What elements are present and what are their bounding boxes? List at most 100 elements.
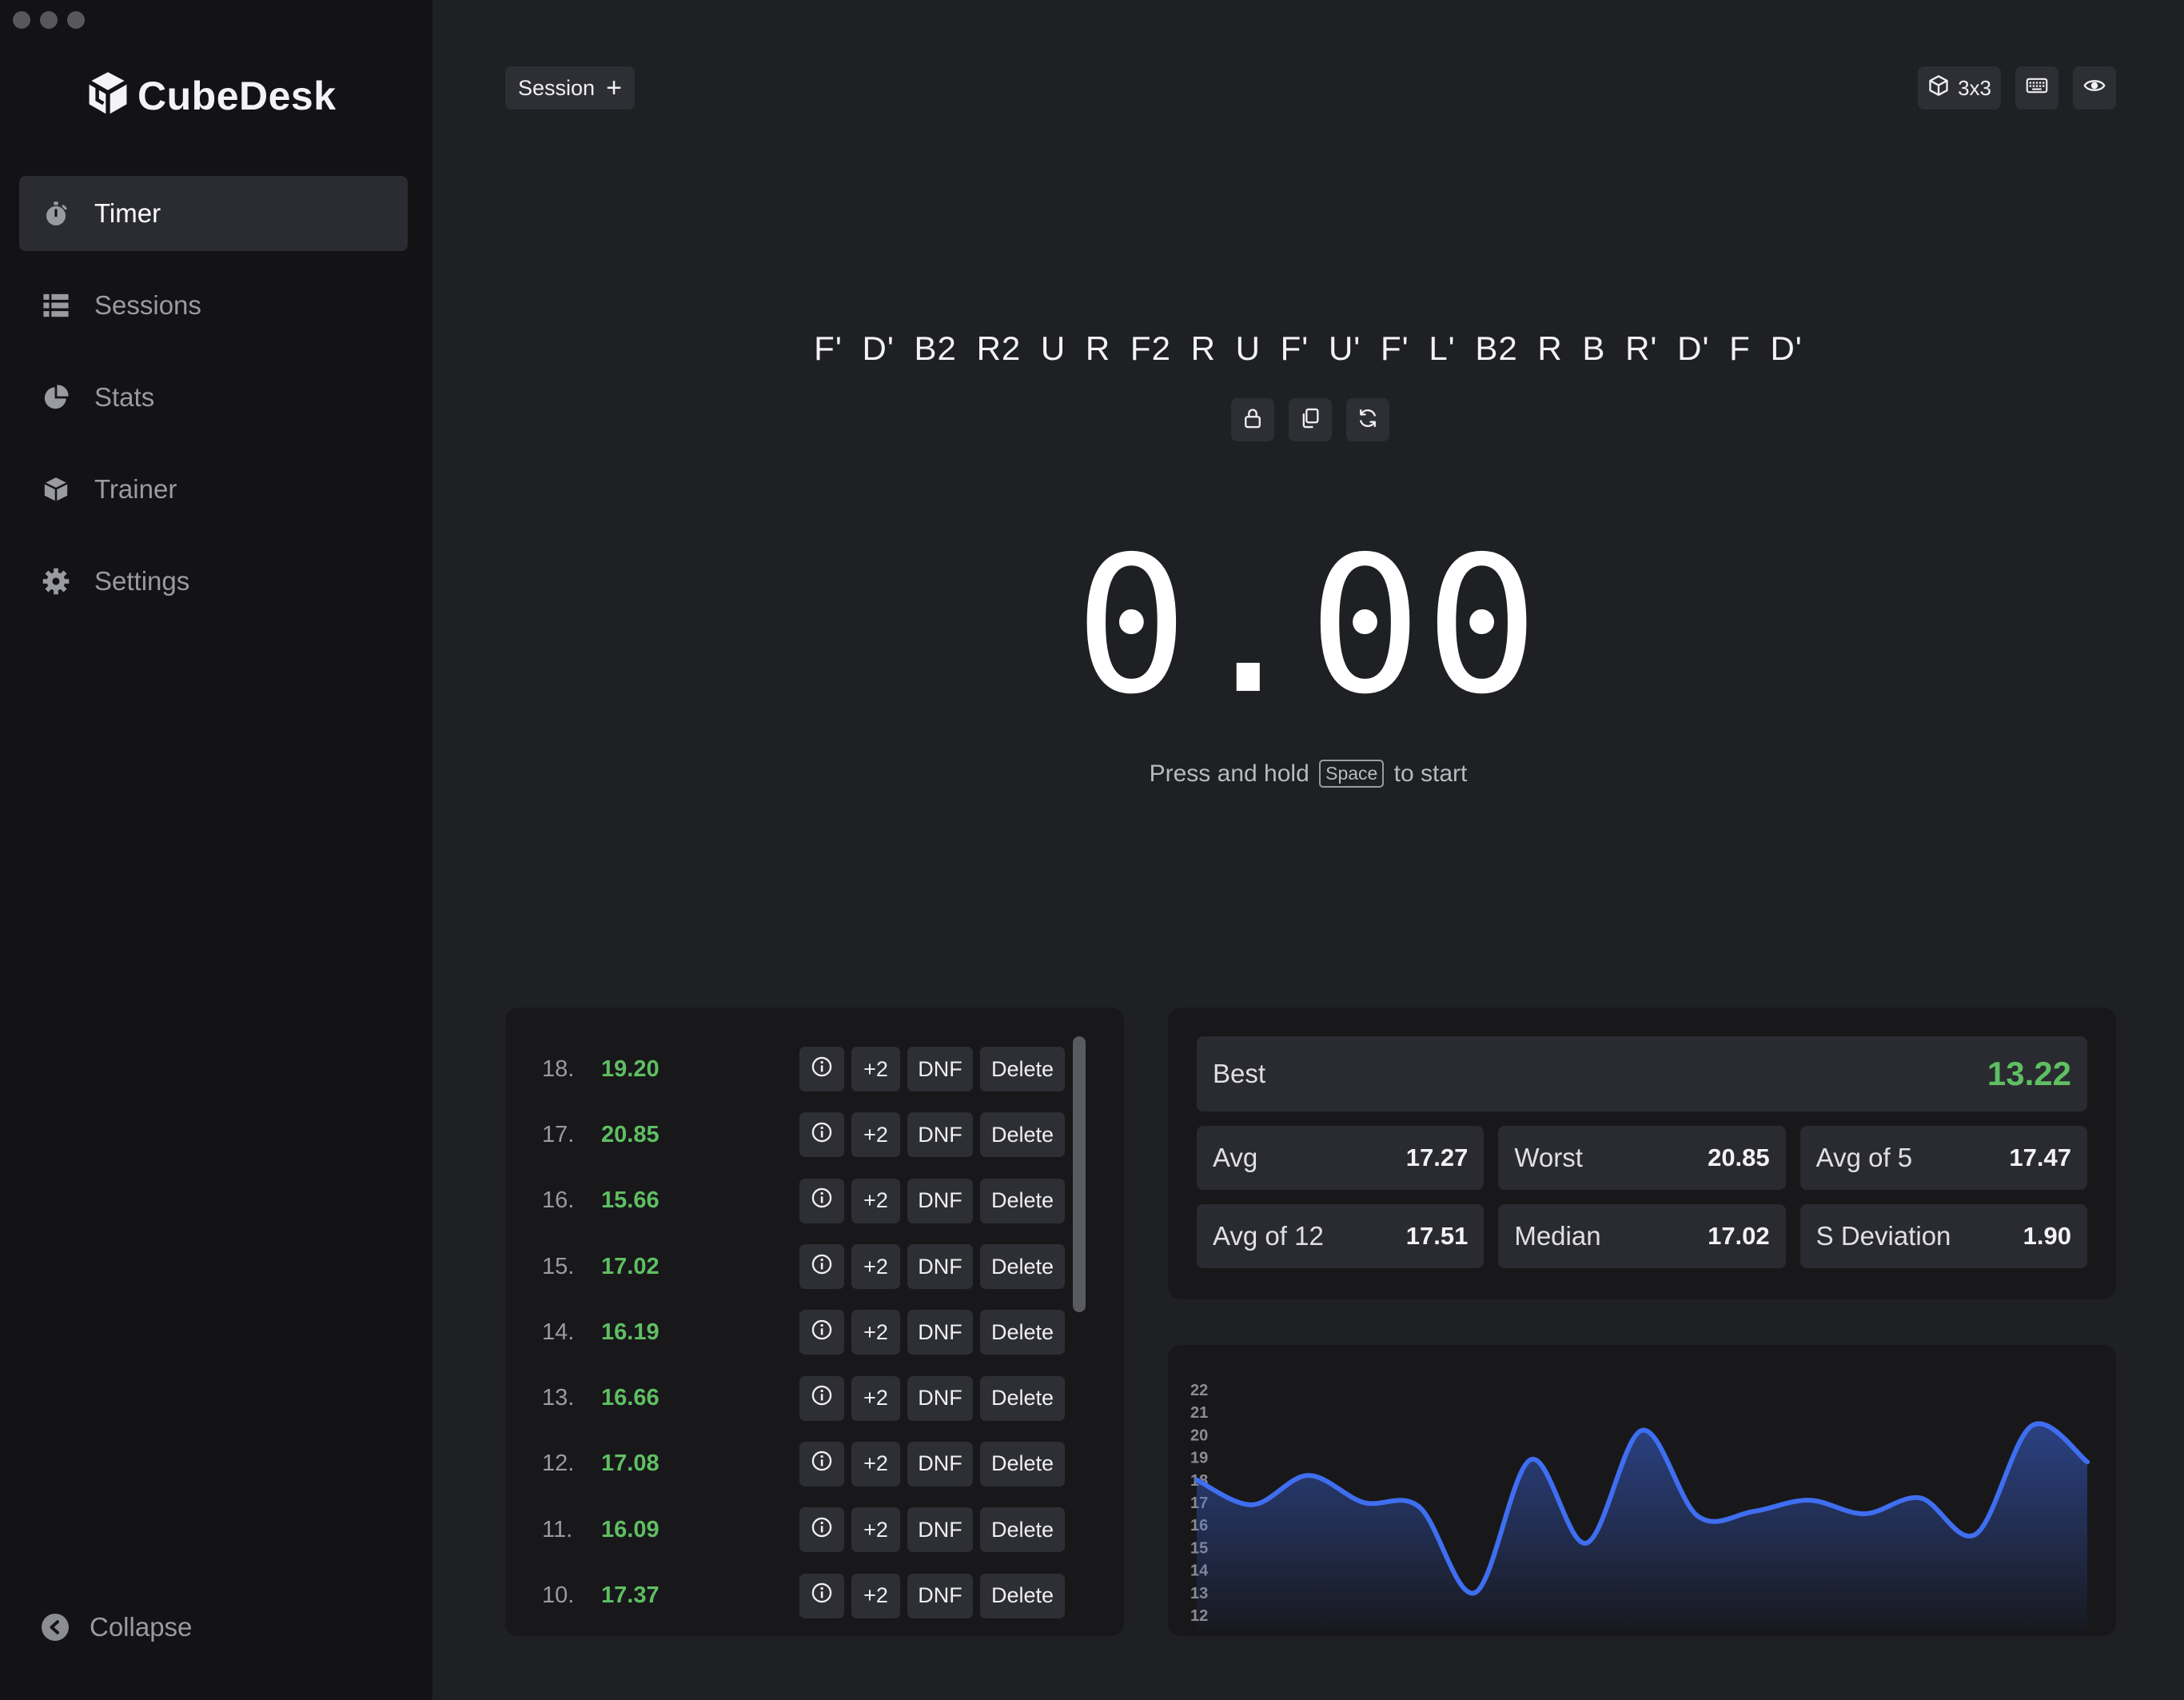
top-toolbar: 3x3 — [1918, 66, 2116, 110]
solves-scrollbar[interactable] — [1073, 1036, 1086, 1606]
focus-mode-button[interactable] — [2073, 66, 2116, 110]
solve-row: 14. 16.19 +2 DNF Delete — [505, 1299, 1081, 1365]
stat-label: S Deviation — [1815, 1221, 1951, 1251]
plus-two-penalty-button[interactable]: +2 — [851, 1112, 900, 1158]
solve-number: 18. — [542, 1056, 575, 1082]
plus-two-penalty-button[interactable]: +2 — [851, 1441, 900, 1487]
timer-display[interactable]: 0.00 — [432, 532, 2184, 720]
plus-two-penalty-button[interactable]: +2 — [851, 1375, 900, 1421]
solve-info-button[interactable] — [799, 1507, 844, 1553]
plus-two-penalty-button[interactable]: +2 — [851, 1507, 900, 1553]
cube-icon — [1927, 74, 1950, 102]
stat-label: Avg — [1213, 1143, 1258, 1172]
solve-info-button[interactable] — [799, 1112, 844, 1158]
plus-two-penalty-button[interactable]: +2 — [851, 1244, 900, 1290]
solve-time[interactable]: 17.02 — [601, 1254, 660, 1280]
info-icon — [811, 1582, 833, 1610]
delete-solve-button[interactable]: Delete — [980, 1244, 1065, 1290]
dnf-button[interactable]: DNF — [907, 1310, 973, 1355]
plus-icon: + — [606, 73, 622, 103]
gear-icon — [42, 567, 70, 596]
solve-number: 15. — [542, 1253, 575, 1279]
sidebar-item-trainer[interactable]: Trainer — [19, 452, 408, 527]
dnf-button[interactable]: DNF — [907, 1047, 973, 1092]
info-icon — [811, 1253, 833, 1281]
solve-info-button[interactable] — [799, 1441, 844, 1487]
solve-info-button[interactable] — [799, 1047, 844, 1092]
solve-actions: +2 DNF Delete — [799, 1310, 1065, 1355]
app-name: CubeDesk — [137, 73, 337, 118]
solve-info-button[interactable] — [799, 1375, 844, 1421]
lock-scramble-button[interactable] — [1231, 398, 1274, 441]
delete-solve-button[interactable]: Delete — [980, 1573, 1065, 1618]
sidebar-item-label: Trainer — [94, 474, 177, 504]
keyboard-button[interactable] — [2015, 66, 2058, 110]
cube-type-selector[interactable]: 3x3 — [1918, 66, 2001, 110]
brand-logo[interactable]: CubeDesk — [86, 70, 337, 121]
solve-time[interactable]: 17.37 — [601, 1582, 660, 1609]
plus-two-penalty-button[interactable]: +2 — [851, 1573, 900, 1618]
solve-time[interactable]: 20.85 — [601, 1122, 660, 1148]
sidebar-item-label: Stats — [94, 382, 155, 412]
solve-info-button[interactable] — [799, 1573, 844, 1618]
solve-actions: +2 DNF Delete — [799, 1507, 1065, 1553]
collapse-sidebar-button[interactable]: Collapse — [42, 1612, 192, 1642]
solve-time[interactable]: 17.08 — [601, 1451, 660, 1477]
dnf-button[interactable]: DNF — [907, 1244, 973, 1290]
solve-info-button[interactable] — [799, 1178, 844, 1223]
sidebar-item-stats[interactable]: Stats — [19, 360, 408, 435]
sidebar-item-label: Timer — [94, 198, 161, 228]
solve-row: 12. 17.08 +2 DNF Delete — [505, 1431, 1081, 1497]
dnf-button[interactable]: DNF — [907, 1178, 973, 1223]
solve-number: 16. — [542, 1187, 575, 1214]
delete-solve-button[interactable]: Delete — [980, 1507, 1065, 1553]
dnf-button[interactable]: DNF — [907, 1573, 973, 1618]
plus-two-penalty-button[interactable]: +2 — [851, 1310, 900, 1355]
delete-solve-button[interactable]: Delete — [980, 1310, 1065, 1355]
info-icon — [811, 1319, 833, 1347]
sidebar-item-timer[interactable]: Timer — [19, 176, 408, 251]
solve-time[interactable]: 16.66 — [601, 1385, 660, 1411]
delete-solve-button[interactable]: Delete — [980, 1112, 1065, 1158]
dnf-button[interactable]: DNF — [907, 1507, 973, 1553]
close-window-dot[interactable] — [13, 11, 30, 29]
solve-time[interactable]: 19.20 — [601, 1056, 660, 1083]
info-icon — [811, 1516, 833, 1544]
dnf-button[interactable]: DNF — [907, 1441, 973, 1487]
solves-panel: 18. 19.20 +2 DNF Delete 17. 20.85 +2 DNF… — [505, 1008, 1124, 1636]
stat-median: Median 17.02 — [1498, 1204, 1786, 1268]
copy-scramble-button[interactable] — [1289, 398, 1332, 441]
solve-info-button[interactable] — [799, 1244, 844, 1290]
solve-row: 16. 15.66 +2 DNF Delete — [505, 1168, 1081, 1234]
minimize-window-dot[interactable] — [40, 11, 58, 29]
dnf-button[interactable]: DNF — [907, 1112, 973, 1158]
session-button[interactable]: Session + — [505, 66, 635, 110]
solve-time[interactable]: 16.19 — [601, 1319, 660, 1346]
sidebar-item-sessions[interactable]: Sessions — [19, 268, 408, 343]
dnf-button[interactable]: DNF — [907, 1375, 973, 1421]
y-tick-label: 22 — [1190, 1382, 1208, 1399]
chevron-left-icon — [42, 1614, 69, 1641]
copy-icon — [1299, 407, 1321, 433]
maximize-window-dot[interactable] — [67, 11, 85, 29]
plus-two-penalty-button[interactable]: +2 — [851, 1047, 900, 1092]
solve-time[interactable]: 15.66 — [601, 1187, 660, 1214]
solve-info-button[interactable] — [799, 1310, 844, 1355]
sidebar-item-label: Settings — [94, 566, 190, 596]
delete-solve-button[interactable]: Delete — [980, 1375, 1065, 1421]
plus-two-penalty-button[interactable]: +2 — [851, 1178, 900, 1223]
hint-before: Press and hold — [1149, 760, 1309, 787]
delete-solve-button[interactable]: Delete — [980, 1047, 1065, 1092]
delete-solve-button[interactable]: Delete — [980, 1178, 1065, 1223]
delete-solve-button[interactable]: Delete — [980, 1441, 1065, 1487]
solve-number: 14. — [542, 1319, 575, 1345]
cube-type-label: 3x3 — [1958, 75, 1991, 100]
scrollbar-thumb[interactable] — [1073, 1036, 1086, 1312]
solves-list: 18. 19.20 +2 DNF Delete 17. 20.85 +2 DNF… — [505, 1036, 1081, 1629]
solve-time[interactable]: 16.09 — [601, 1517, 660, 1543]
stat-label: Avg of 12 — [1213, 1221, 1324, 1251]
new-scramble-button[interactable] — [1346, 398, 1389, 441]
sidebar-item-settings[interactable]: Settings — [19, 544, 408, 619]
best-stat: Best 13.22 — [1197, 1036, 2087, 1111]
solve-number: 17. — [542, 1121, 575, 1147]
